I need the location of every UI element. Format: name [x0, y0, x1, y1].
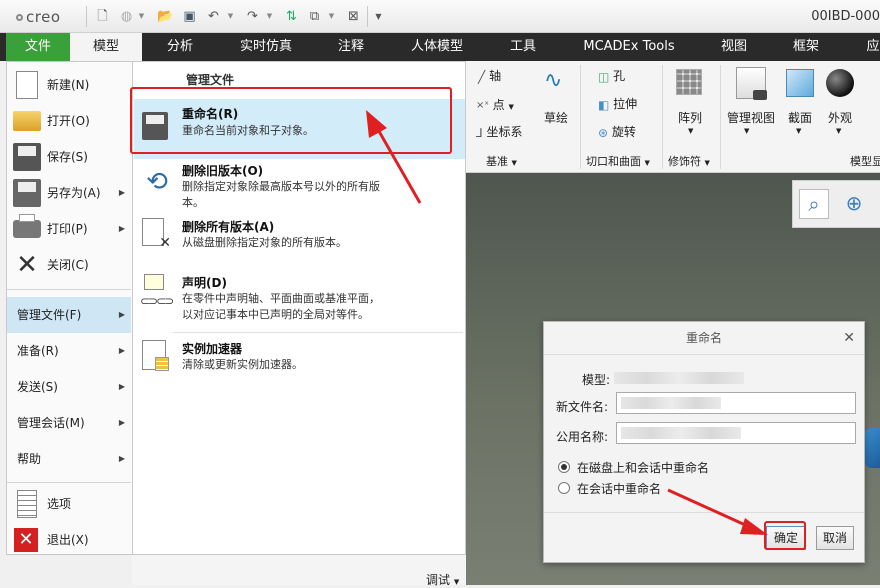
arrow-line-rename [374, 125, 422, 204]
arrow-head-rename [366, 110, 387, 138]
arrow-line-ok [667, 488, 753, 530]
annotation-arrows [366, 110, 768, 535]
arrow-head-ok [740, 518, 768, 535]
